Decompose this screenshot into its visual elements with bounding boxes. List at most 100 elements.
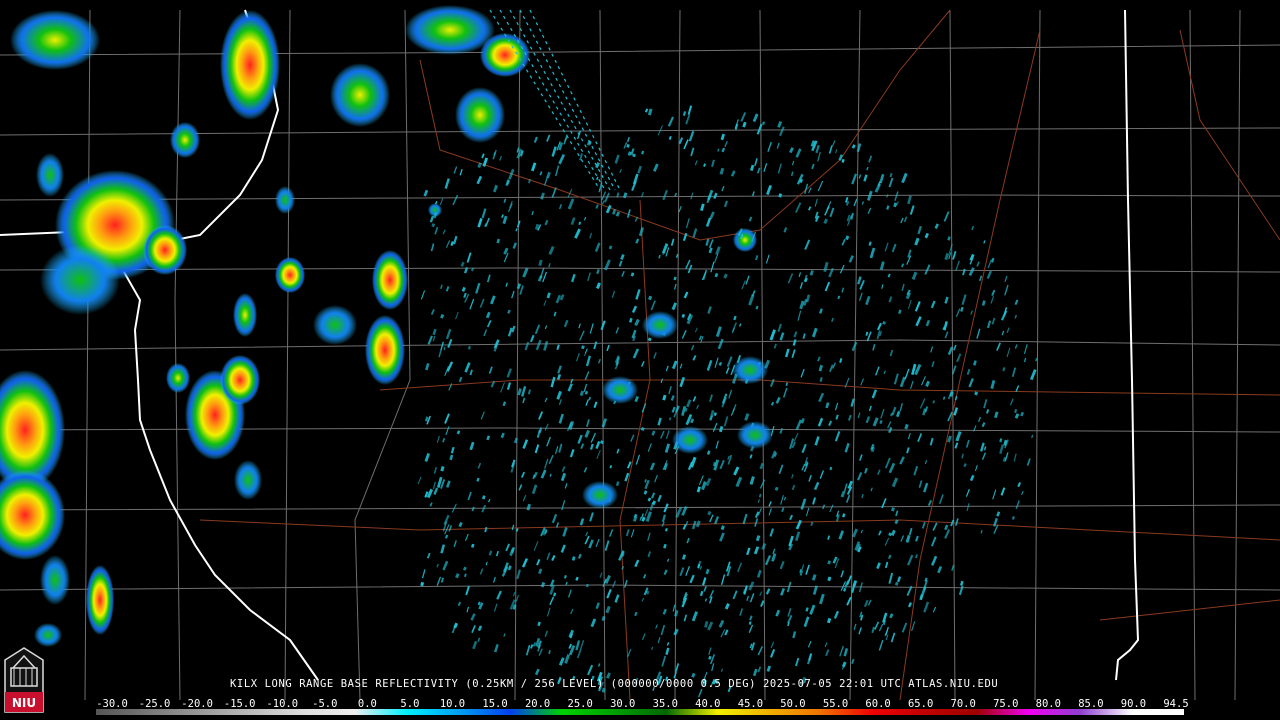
clutter-speck [444,178,450,189]
clutter-speck [576,352,580,362]
clutter-speck [679,376,686,388]
clutter-speck [885,634,889,641]
clutter-speck [681,330,687,339]
clutter-speck [974,464,978,472]
clutter-speck [569,448,575,458]
clutter-speck [963,463,967,468]
clutter-speck [506,382,512,390]
clutter-speck [561,466,566,472]
clutter-speck [525,644,531,656]
clutter-speck [702,577,707,586]
clutter-speck [673,283,677,290]
clutter-speck [713,192,718,199]
clutter-speck [1004,284,1009,296]
clutter-speck [966,368,971,375]
clutter-speck [425,363,430,371]
clutter-speck [981,300,986,306]
clutter-speck [467,345,471,350]
clutter-speck [883,370,886,375]
clutter-speck [672,604,676,612]
clutter-speck [551,187,557,198]
clutter-speck [769,649,776,658]
clutter-speck [857,472,863,481]
clutter-speck [436,435,440,443]
clutter-speck [859,454,863,461]
clutter-speck [548,263,551,268]
clutter-speck [717,148,720,152]
clutter-speck [681,313,686,318]
clutter-speck [715,440,719,449]
clutter-speck [986,270,992,280]
clutter-speck [896,576,902,583]
clutter-speck [691,611,699,622]
clutter-speck [909,380,914,389]
clutter-speck [732,590,738,600]
clutter-speck [438,349,442,358]
clutter-speck [817,356,821,362]
clutter-speck [544,630,549,638]
clutter-speck [540,469,547,479]
clutter-speck [502,401,507,407]
clutter-speck [798,272,802,278]
clutter-speck [929,437,934,446]
clutter-speck [421,569,426,579]
clutter-speck [921,521,926,529]
clutter-speck [445,426,450,436]
clutter-speck [675,405,680,413]
clutter-speck [908,602,912,608]
clutter-speck [795,202,802,213]
clutter-speck [521,558,528,568]
clutter-speck [1006,327,1010,334]
clutter-speck [851,341,858,352]
clutter-speck [889,172,893,178]
clutter-speck [490,295,496,305]
clutter-speck [996,342,1001,351]
clutter-speck [749,615,753,621]
clutter-speck [647,497,652,502]
clutter-speck [1015,385,1020,392]
clutter-speck [664,443,671,453]
clutter-speck [980,529,983,534]
clutter-speck [1014,409,1018,414]
clutter-speck [644,108,649,113]
clutter-speck [795,657,800,667]
clutter-speck [641,633,646,640]
clutter-speck [423,189,429,197]
clutter-speck [647,443,652,452]
clutter-speck [1014,299,1019,306]
clutter-speck [891,406,897,416]
clutter-speck [584,535,590,545]
clutter-speck [466,252,472,263]
clutter-speck [755,535,761,542]
clutter-speck [973,360,977,366]
clutter-speck [668,417,672,421]
clutter-speck [900,217,904,224]
clutter-speck [709,211,715,220]
clutter-speck [688,130,695,142]
clutter-speck [761,542,767,551]
clutter-speck [448,383,453,391]
clutter-speck [632,173,639,185]
clutter-speck [455,311,459,320]
clutter-speck [805,607,809,612]
clutter-speck [601,191,607,201]
clutter-speck [596,269,600,275]
clutter-speck [877,469,881,475]
clutter-speck [536,429,541,438]
clutter-speck [887,273,891,278]
clutter-speck [976,328,981,339]
clutter-speck [810,521,814,527]
clutter-speck [436,563,439,568]
clutter-speck [629,317,633,323]
clutter-speck [556,344,560,350]
clutter-speck [795,148,802,158]
clutter-speck [635,289,641,300]
clutter-speck [955,518,959,526]
clutter-speck [811,327,818,338]
clutter-speck [730,408,735,416]
clutter-speck [1011,367,1017,378]
clutter-speck [614,154,620,164]
clutter-speck [453,235,458,245]
clutter-speck [1014,413,1020,419]
clutter-speck [847,480,853,489]
